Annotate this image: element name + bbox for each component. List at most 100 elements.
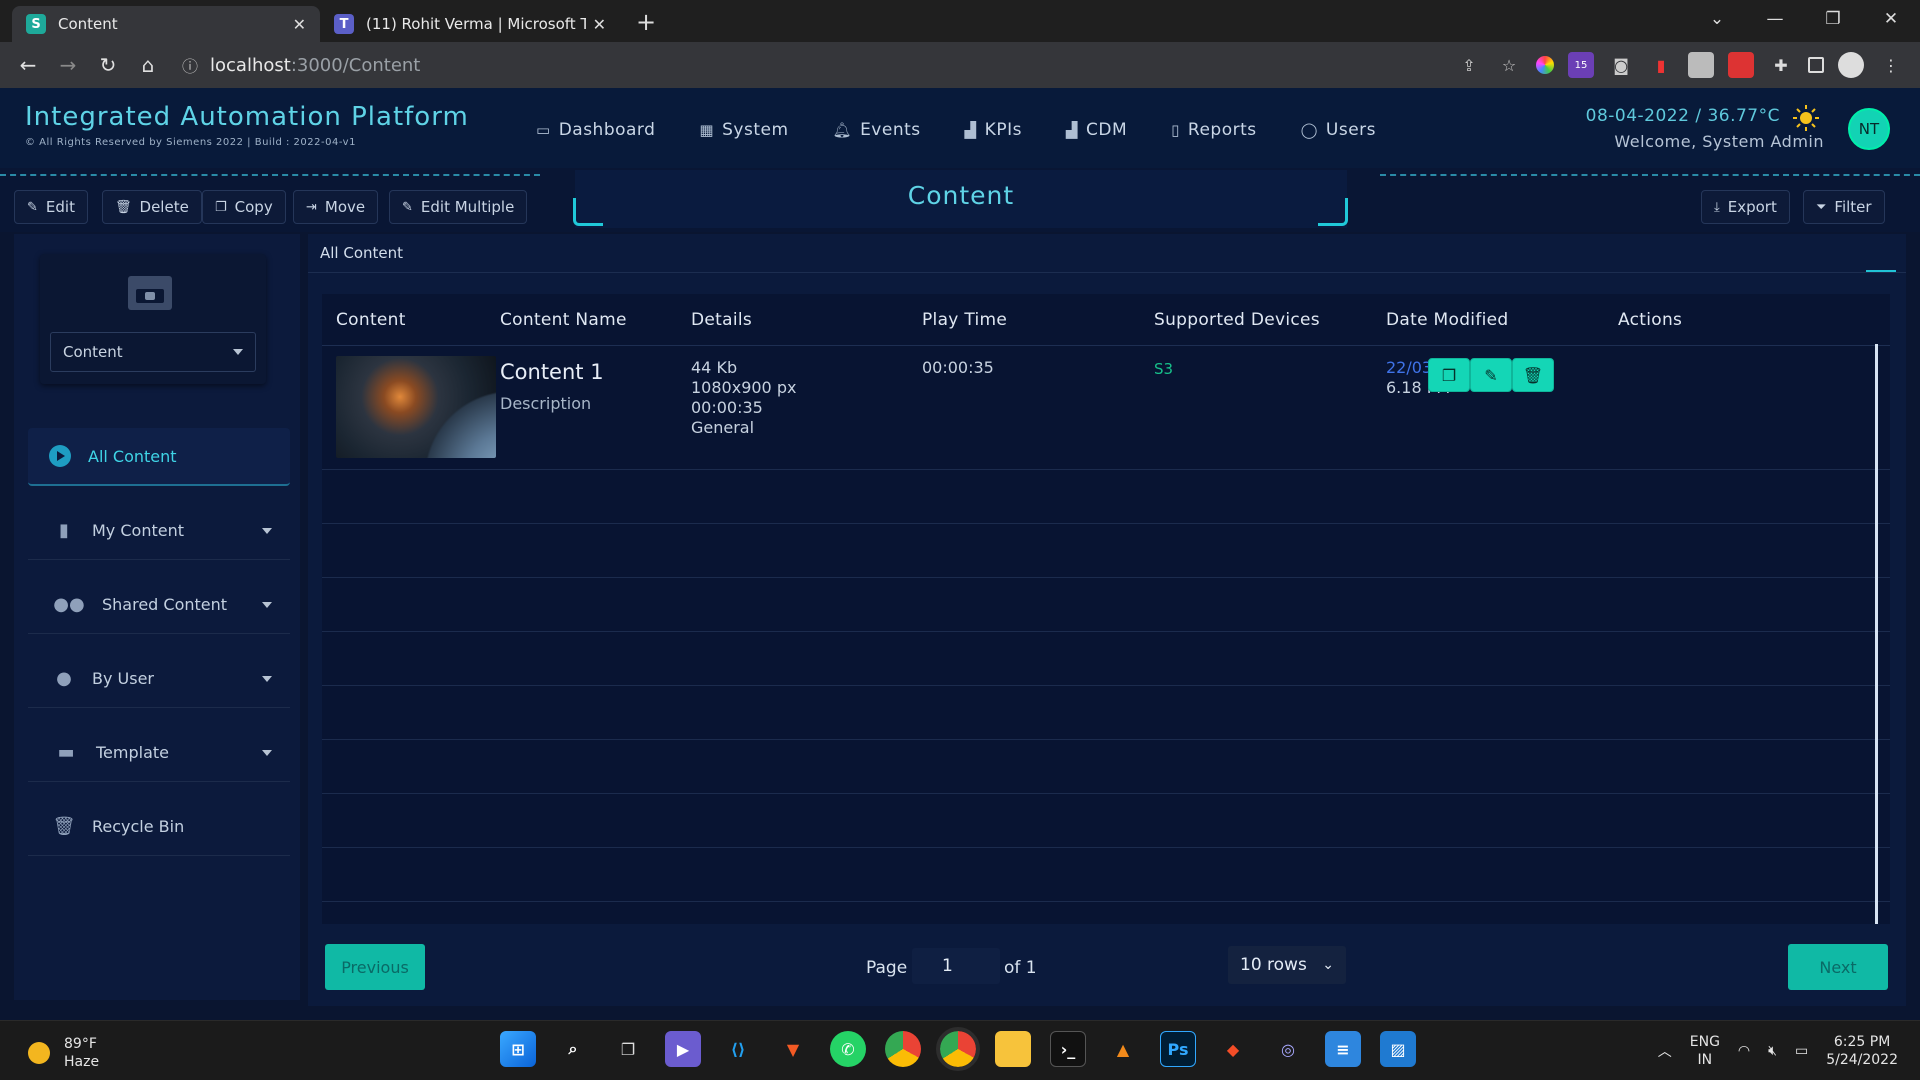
column-header: Play Time — [922, 310, 1008, 330]
back-icon[interactable]: ← — [8, 53, 48, 77]
trash-icon: 🗑︎ — [52, 816, 76, 837]
move-button[interactable]: ⇥ Move — [293, 190, 379, 224]
breadcrumb: All Content — [320, 244, 404, 262]
search-icon[interactable]: ⌕ — [555, 1031, 591, 1067]
row-copy-button[interactable]: ❐ — [1428, 358, 1470, 392]
language-indicator[interactable]: ENG IN — [1690, 1033, 1720, 1069]
row-edit-button[interactable]: ✎ — [1470, 358, 1512, 392]
nav-label: CDM — [1086, 120, 1128, 140]
photos-icon[interactable]: ▨ — [1380, 1031, 1416, 1067]
camera-extension-icon[interactable]: ◙ — [1608, 52, 1634, 78]
brave-icon[interactable]: ▼ — [775, 1031, 811, 1067]
red-extension-icon[interactable] — [1728, 52, 1754, 78]
copy-button[interactable]: ❐ Copy — [202, 190, 286, 224]
flash-extension-icon[interactable]: ▮ — [1648, 52, 1674, 78]
reload-icon[interactable]: ↻ — [88, 53, 128, 77]
clock[interactable]: 6:25 PM 5/24/2022 — [1826, 1033, 1898, 1069]
nav-events[interactable]: 🔔︎ Events — [833, 120, 921, 140]
template-icon: ▬ — [57, 742, 75, 763]
chrome-icon[interactable] — [885, 1031, 921, 1067]
nav-kpis[interactable]: ▟ KPIs — [965, 120, 1022, 140]
column-header: Content Name — [500, 310, 627, 330]
url-path: :3000/Content — [290, 54, 421, 76]
funnel-icon: ⏷ — [1816, 199, 1827, 215]
system-tray: ︿ ENG IN ◠ 🔇︎ ▭ 6:25 PM 5/24/2022 — [1658, 1033, 1898, 1069]
btn-label: Delete — [139, 198, 189, 216]
profile-icon[interactable] — [1838, 52, 1864, 78]
row-delete-button[interactable]: 🗑︎ — [1512, 358, 1554, 392]
sidebar-item-recycle-bin[interactable]: 🗑︎ Recycle Bin — [28, 798, 290, 856]
content-name[interactable]: Content 1 — [500, 360, 604, 384]
restore-icon[interactable]: ❐ — [1804, 0, 1862, 40]
bookmark-star-icon[interactable]: ☆ — [1496, 52, 1522, 78]
content-thumbnail[interactable] — [336, 356, 496, 458]
forward-icon[interactable]: → — [48, 53, 88, 77]
table-row[interactable]: Content 1 Description 44 Kb 1080x900 px … — [322, 346, 1890, 470]
start-icon[interactable]: ⊞ — [500, 1031, 536, 1067]
gray-extension-icon[interactable] — [1688, 52, 1714, 78]
column-header: Content — [336, 310, 406, 330]
vlc-icon[interactable]: ▲ — [1105, 1031, 1141, 1067]
library-select[interactable]: Content — [50, 332, 256, 372]
nav-reports[interactable]: ▯ Reports — [1171, 120, 1256, 140]
color-extension-icon[interactable] — [1536, 56, 1554, 74]
home-icon[interactable]: ⌂ — [128, 53, 168, 77]
url-field[interactable]: ⓘ localhost:3000/Content — [182, 48, 1382, 82]
close-tab-icon[interactable]: ✕ — [593, 15, 606, 34]
sidebar-item-shared-content[interactable]: ●● Shared Content — [28, 576, 290, 634]
next-button[interactable]: Next — [1788, 944, 1888, 990]
battery-icon[interactable]: ▭ — [1795, 1043, 1808, 1059]
chevron-down-icon: ⌄ — [1322, 957, 1334, 973]
menu-dots-icon[interactable]: ⋮ — [1878, 52, 1904, 78]
scrollbar[interactable] — [1875, 344, 1878, 924]
vscode-icon[interactable]: ⟨⟩ — [720, 1031, 756, 1067]
site-info-icon[interactable]: ⓘ — [182, 53, 198, 77]
tab-search-icon[interactable]: ⌄ — [1688, 0, 1746, 40]
previous-button[interactable]: Previous — [325, 944, 425, 990]
browser-tab-teams[interactable]: T (11) Rohit Verma | Microsoft Team ✕ — [320, 6, 620, 42]
page-number-input[interactable]: 1 — [912, 948, 1000, 984]
chrome-profile-icon[interactable] — [936, 1027, 980, 1071]
badge-extension-icon[interactable]: 15 — [1568, 52, 1594, 78]
nav-dashboard[interactable]: ▭ Dashboard — [536, 120, 655, 140]
chat-icon[interactable]: ▶ — [665, 1031, 701, 1067]
close-window-icon[interactable]: ✕ — [1862, 0, 1920, 40]
pencil-icon: ✎ — [1484, 365, 1498, 385]
mute-icon[interactable]: 🔇︎ — [1768, 1043, 1777, 1059]
puzzle-extensions-icon[interactable]: ✚ — [1768, 52, 1794, 78]
decor-bracket — [1318, 198, 1348, 226]
nav-users[interactable]: ◯ Users — [1301, 120, 1376, 140]
minimize-icon[interactable]: — — [1746, 0, 1804, 40]
task-view-icon[interactable]: ❐ — [610, 1031, 646, 1067]
edit-multiple-button[interactable]: ✎ Edit Multiple — [389, 190, 528, 224]
sidebar-item-by-user[interactable]: ● By User — [28, 650, 290, 708]
rows-per-page-select[interactable]: 10 rows ⌄ — [1228, 946, 1346, 984]
close-tab-icon[interactable]: ✕ — [293, 15, 306, 34]
export-button[interactable]: ⤓ Export — [1701, 190, 1790, 224]
sidebar-item-template[interactable]: ▬ Template — [28, 724, 290, 782]
share-icon[interactable]: ⇪ — [1456, 52, 1482, 78]
edit-button[interactable]: ✎ Edit — [14, 190, 88, 224]
weather-widget[interactable]: 89°F Haze — [28, 1035, 99, 1071]
nav-system[interactable]: ▦ System — [699, 120, 788, 140]
nav-cdm[interactable]: ▟ CDM — [1066, 120, 1127, 140]
file-explorer-icon[interactable] — [995, 1031, 1031, 1067]
app-title: Integrated Automation Platform — [25, 102, 469, 132]
avatar[interactable]: NT — [1848, 108, 1890, 150]
sidebar-item-my-content[interactable]: ▮ My Content — [28, 502, 290, 560]
delete-button[interactable]: 🗑︎ Delete — [102, 190, 202, 224]
browser-tab-content[interactable]: S Content ✕ — [12, 6, 320, 42]
filter-button[interactable]: ⏷ Filter — [1803, 190, 1885, 224]
photoshop-icon[interactable]: Ps — [1160, 1031, 1196, 1067]
notepad-icon[interactable]: ≡ — [1325, 1031, 1361, 1067]
chevron-up-icon[interactable]: ︿ — [1658, 1041, 1672, 1061]
terminal-icon[interactable]: ›_ — [1050, 1031, 1086, 1067]
sidepanel-icon[interactable] — [1808, 57, 1824, 73]
browser-app-icon[interactable]: ◎ — [1270, 1031, 1306, 1067]
sidebar-item-all-content[interactable]: All Content — [28, 428, 290, 486]
new-tab-icon[interactable]: + — [636, 8, 656, 36]
git-icon[interactable]: ◆ — [1215, 1031, 1251, 1067]
wifi-icon[interactable]: ◠ — [1738, 1043, 1750, 1059]
report-file-icon: ▯ — [1171, 121, 1180, 139]
whatsapp-icon[interactable]: ✆ — [830, 1031, 866, 1067]
